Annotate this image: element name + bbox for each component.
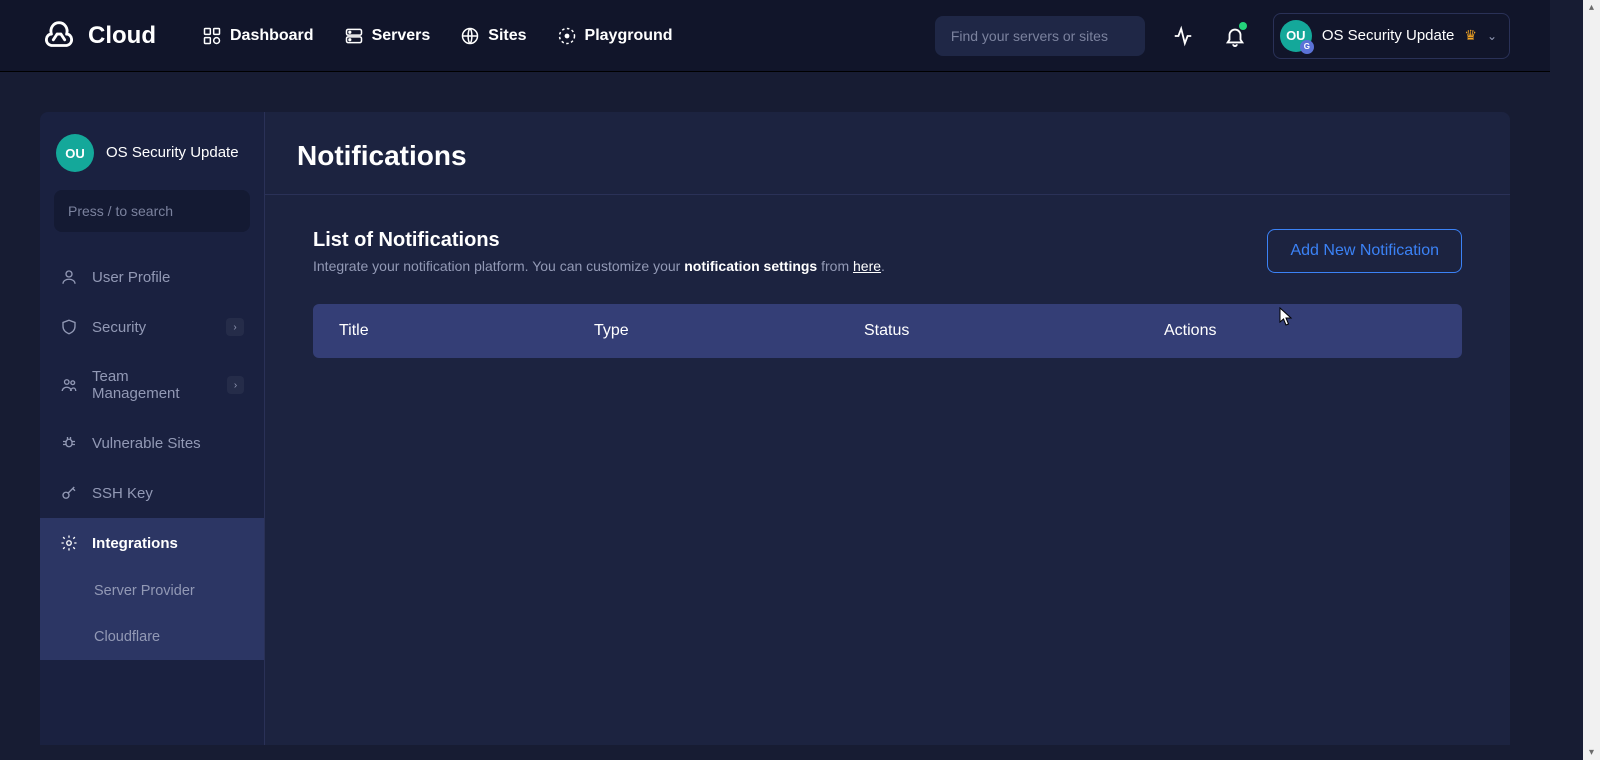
nav-links: Dashboard Servers Sites Playground — [202, 26, 673, 46]
global-search[interactable] — [935, 16, 1145, 56]
playground-icon — [557, 26, 577, 46]
crown-icon: ♛ — [1464, 27, 1477, 44]
sidebar-item-ssh-key[interactable]: SSH Key — [40, 468, 264, 518]
col-status: Status — [864, 322, 1164, 340]
notification-dot-icon — [1239, 22, 1247, 30]
sidebar-item-label: Team Management — [92, 368, 213, 402]
global-search-input[interactable] — [949, 27, 1134, 45]
nav-dashboard-label: Dashboard — [230, 27, 314, 45]
sidebar-team-name: OS Security Update — [106, 143, 239, 163]
list-header-text: List of Notifications Integrate your not… — [313, 229, 885, 274]
submenu-server-provider[interactable]: Server Provider — [40, 568, 264, 614]
col-type: Type — [594, 322, 864, 340]
nav-sites-label: Sites — [488, 27, 526, 45]
desc-strong: notification settings — [684, 258, 817, 274]
grid-icon — [202, 26, 222, 46]
list-title: List of Notifications — [313, 229, 885, 252]
scrollbar-track[interactable] — [1583, 13, 1600, 747]
col-actions: Actions — [1164, 322, 1436, 340]
body: OU OS Security Update User Profile Secur… — [0, 72, 1550, 745]
sidebar-item-user-profile[interactable]: User Profile — [40, 252, 264, 302]
col-title: Title — [339, 322, 594, 340]
brand-logo-icon — [40, 17, 78, 55]
nav-playground-label: Playground — [585, 27, 673, 45]
team-name: OS Security Update — [1322, 27, 1455, 44]
nav-playground[interactable]: Playground — [557, 26, 673, 46]
notifications-button[interactable] — [1221, 22, 1249, 50]
main-panel: Notifications List of Notifications Inte… — [265, 112, 1510, 745]
window-scrollbar[interactable]: ▴ ▾ — [1583, 0, 1600, 760]
sidebar-team[interactable]: OU OS Security Update — [40, 112, 264, 190]
activity-icon — [1172, 25, 1194, 47]
server-icon — [344, 26, 364, 46]
users-icon — [60, 376, 78, 394]
integrations-submenu: Server Provider Cloudflare — [40, 568, 264, 660]
avatar: OU — [56, 134, 94, 172]
sidebar-nav: User Profile Security › Team Management … — [40, 252, 264, 660]
user-icon — [60, 268, 78, 286]
team-selector[interactable]: OU G OS Security Update ♛ ⌄ — [1273, 13, 1510, 59]
desc-text: . — [881, 258, 885, 274]
page-title: Notifications — [297, 140, 1478, 172]
desc-text: from — [817, 258, 853, 274]
avatar-initials: OU — [65, 146, 85, 161]
sidebar-item-team-management[interactable]: Team Management › — [40, 352, 264, 418]
sidebar-item-label: SSH Key — [92, 485, 153, 502]
chevron-down-icon: ⌄ — [1487, 29, 1497, 43]
list-description: Integrate your notification platform. Yo… — [313, 258, 885, 274]
list-header: List of Notifications Integrate your not… — [265, 195, 1510, 304]
sidebar-search-input[interactable] — [66, 202, 251, 220]
topbar-right: OU G OS Security Update ♛ ⌄ — [935, 13, 1510, 59]
sidebar-item-integrations[interactable]: Integrations — [40, 518, 264, 568]
nav-sites[interactable]: Sites — [460, 26, 526, 46]
scroll-up-icon[interactable]: ▴ — [1589, 2, 1594, 13]
sidebar-item-label: User Profile — [92, 269, 170, 286]
submenu-cloudflare[interactable]: Cloudflare — [40, 614, 264, 660]
sidebar-search[interactable] — [54, 190, 250, 232]
sidebar-item-vulnerable-sites[interactable]: Vulnerable Sites — [40, 418, 264, 468]
key-icon — [60, 484, 78, 502]
nav-servers-label: Servers — [372, 27, 431, 45]
chevron-right-icon: › — [227, 376, 244, 394]
scroll-down-icon[interactable]: ▾ — [1589, 747, 1594, 758]
add-notification-button[interactable]: Add New Notification — [1267, 229, 1462, 273]
sidebar-item-security[interactable]: Security › — [40, 302, 264, 352]
chevron-right-icon: › — [226, 318, 244, 336]
brand[interactable]: Cloud — [40, 17, 156, 55]
settings-link[interactable]: here — [853, 258, 881, 274]
activity-button[interactable] — [1169, 22, 1197, 50]
globe-icon — [460, 26, 480, 46]
avatar: OU G — [1280, 20, 1312, 52]
sidebar: OU OS Security Update User Profile Secur… — [40, 112, 265, 745]
topbar: Cloud Dashboard Servers Sites Playground — [0, 0, 1550, 72]
notifications-table: Title Type Status Actions — [313, 304, 1462, 358]
shield-icon — [60, 318, 78, 336]
avatar-sub-badge: G — [1300, 40, 1314, 54]
desc-text: Integrate your notification platform. Yo… — [313, 258, 684, 274]
sidebar-item-label: Vulnerable Sites — [92, 435, 201, 452]
table-header: Title Type Status Actions — [313, 304, 1462, 358]
sidebar-item-label: Security — [92, 319, 146, 336]
page-header: Notifications — [265, 112, 1510, 195]
sidebar-item-label: Integrations — [92, 535, 178, 552]
bug-icon — [60, 434, 78, 452]
nav-servers[interactable]: Servers — [344, 26, 431, 46]
gear-icon — [60, 534, 78, 552]
brand-text: Cloud — [88, 22, 156, 50]
nav-dashboard[interactable]: Dashboard — [202, 26, 314, 46]
